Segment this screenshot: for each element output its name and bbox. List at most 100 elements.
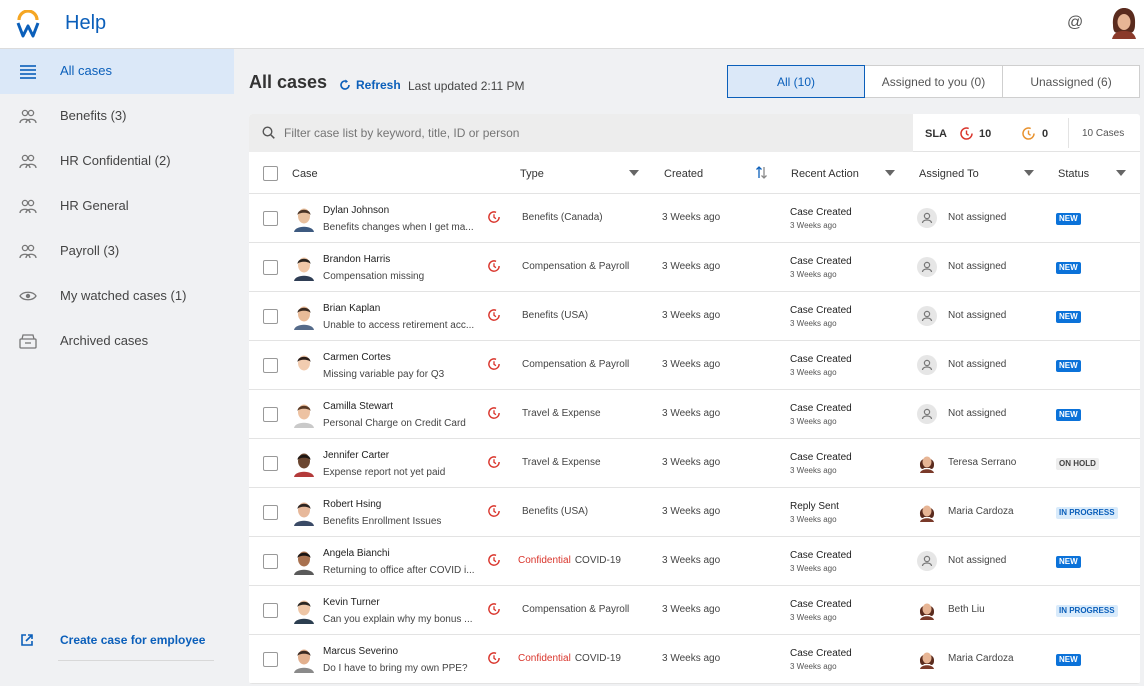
row-checkbox[interactable] [263,652,278,667]
sidebar-item-all-cases[interactable]: All cases [0,49,234,94]
assigned-to: Not assigned [948,408,1006,419]
row-checkbox[interactable] [263,260,278,275]
unassigned-user-icon [917,208,937,228]
status-filter-caret-icon[interactable] [1116,170,1126,176]
table-row[interactable]: Brandon Harris Compensation missing Compen… [249,243,1140,292]
requester-avatar [293,206,315,232]
sort-icon[interactable] [755,165,768,180]
sidebar-item-label: Archived cases [60,333,148,348]
requester-avatar [293,451,315,477]
requester-name[interactable]: Camilla Stewart [323,401,393,412]
sla-overdue-icon [487,602,501,616]
row-checkbox[interactable] [263,456,278,471]
refresh-button[interactable]: Refresh [339,78,401,92]
sla-overdue-icon [487,406,501,420]
workday-logo-icon[interactable] [16,10,40,38]
case-subject[interactable]: Missing variable pay for Q3 [323,369,479,380]
table-row[interactable]: Jennifer Carter Expense report not yet pa… [249,439,1140,488]
table-row[interactable]: Carmen Cortes Missing variable pay for Q3… [249,341,1140,390]
create-case-button[interactable]: Create case for employee [0,629,234,651]
confidential-label: Confidential [518,555,571,566]
column-header-status[interactable]: Status [1058,168,1089,180]
user-avatar[interactable] [1110,7,1138,39]
case-subject[interactable]: Expense report not yet paid [323,467,479,478]
requester-name[interactable]: Brian Kaplan [323,303,380,314]
tab-unassigned[interactable]: Unassigned (6) [1003,65,1140,98]
requester-name[interactable]: Kevin Turner [323,597,380,608]
table-row[interactable]: Kevin Turner Can you explain why my bonus… [249,586,1140,635]
sidebar-item-hr-general[interactable]: HR General [0,184,234,229]
search-input[interactable] [284,123,884,143]
tab-all[interactable]: All (10) [727,65,865,98]
row-checkbox[interactable] [263,554,278,569]
status-badge: NEW [1056,556,1081,568]
group-icon [19,153,37,169]
last-updated: Last updated 2:11 PM [408,79,525,93]
case-subject[interactable]: Returning to office after COVID i... [323,565,479,576]
case-type: Travel & Expense [518,408,601,419]
case-type: Compensation & Payroll [518,261,629,272]
case-subject[interactable]: Can you explain why my bonus ... [323,614,479,625]
requester-name[interactable]: Brandon Harris [323,254,390,265]
case-subject[interactable]: Compensation missing [323,271,479,282]
sidebar-item-archived-cases[interactable]: Archived cases [0,319,234,364]
requester-name[interactable]: Jennifer Carter [323,450,389,461]
sla-overdue-count: 10 [979,128,991,140]
table-row[interactable]: Camilla Stewart Personal Charge on Credit… [249,390,1140,439]
sidebar: All cases Benefits (3) HR Confidential (… [0,49,234,686]
tab-assigned-to-you[interactable]: Assigned to you (0) [865,65,1003,98]
sidebar-item-benefits[interactable]: Benefits (3) [0,94,234,139]
row-checkbox[interactable] [263,407,278,422]
case-subject[interactable]: Benefits Enrollment Issues [323,516,479,527]
column-header-created[interactable]: Created [664,168,703,180]
case-type: Travel & Expense [518,457,601,468]
sidebar-item-label: HR Confidential (2) [60,153,171,168]
table-row[interactable]: Robert HsingBenefits Enrollment IssuesBe… [249,488,1140,537]
recent-action-time: 3 Weeks ago [790,368,837,377]
recent-action: Reply Sent [790,501,839,512]
status-badge: ON HOLD [1056,458,1099,470]
recent-action-time: 3 Weeks ago [790,613,837,622]
recent-action-filter-caret-icon[interactable] [885,170,895,176]
row-checkbox[interactable] [263,309,278,324]
table-row[interactable]: Marcus Severino Do I have to bring my own… [249,635,1140,684]
requester-avatar [293,549,315,575]
column-header-assigned-to[interactable]: Assigned To [919,168,979,180]
table-row[interactable]: Brian Kaplan Unable to access retirement … [249,292,1140,341]
requester-name[interactable]: Carmen Cortes [323,352,391,363]
case-subject[interactable]: Do I have to bring my own PPE? [323,663,479,674]
case-subject[interactable]: Unable to access retirement acc... [323,320,479,331]
sla-overdue-icon [487,259,501,273]
sidebar-item-hr-confidential[interactable]: HR Confidential (2) [0,139,234,184]
column-header-case[interactable]: Case [292,168,318,180]
sidebar-item-payroll[interactable]: Payroll (3) [0,229,234,274]
requester-name[interactable]: Dylan Johnson [323,205,389,216]
requester-avatar [293,500,315,526]
assigned-filter-caret-icon[interactable] [1024,170,1034,176]
type-filter-caret-icon[interactable] [629,170,639,176]
table-row[interactable]: Dylan Johnson Benefits changes when I get… [249,194,1140,243]
case-type-label: Compensation & Payroll [522,261,629,272]
row-checkbox[interactable] [263,358,278,373]
sidebar-item-watched-cases[interactable]: My watched cases (1) [0,274,234,319]
status-badge: NEW [1056,262,1081,274]
row-checkbox[interactable] [263,603,278,618]
sla-separator [1068,118,1069,148]
requester-avatar [293,353,315,379]
table-row[interactable]: Angela Bianchi Returning to office after … [249,537,1140,586]
column-header-type[interactable]: Type [520,168,544,180]
requester-name[interactable]: Angela Bianchi [323,548,390,559]
sidebar-item-label: All cases [60,63,112,78]
mentions-icon[interactable]: @ [1067,14,1083,32]
case-subject[interactable]: Personal Charge on Credit Card [323,418,479,429]
row-checkbox[interactable] [263,505,278,520]
row-checkbox[interactable] [263,211,278,226]
unassigned-user-icon [917,355,937,375]
column-header-recent-action[interactable]: Recent Action [791,168,859,180]
unassigned-user-icon [917,404,937,424]
page-title: All cases [249,72,327,93]
select-all-checkbox[interactable] [263,166,278,181]
requester-name[interactable]: Robert Hsing [323,499,381,510]
requester-name[interactable]: Marcus Severino [323,646,398,657]
case-subject[interactable]: Benefits changes when I get ma... [323,222,479,233]
